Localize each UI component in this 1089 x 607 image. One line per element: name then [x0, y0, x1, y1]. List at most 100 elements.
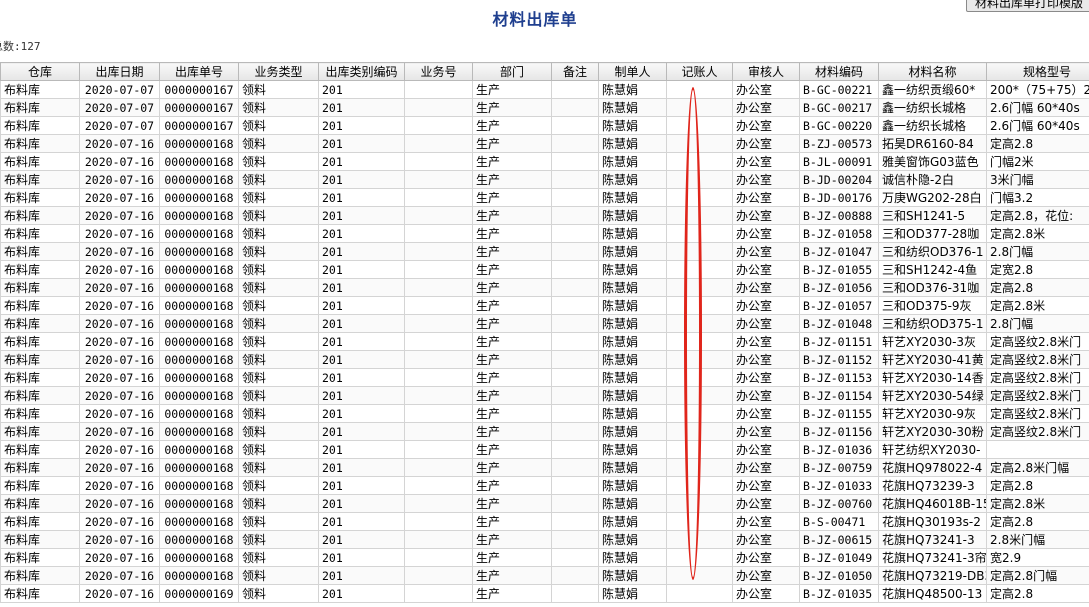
cell-date[interactable]: 2020-07-16: [79, 368, 160, 387]
cell-biz-no[interactable]: [404, 224, 473, 243]
table-row[interactable]: 布料库 2020-07-16 0000000168 领料 201 生产 陈慧娟 办公室 B-JZ…: [0, 440, 1089, 459]
cell-remark[interactable]: [551, 566, 599, 585]
cell-bookkeeper[interactable]: [666, 152, 733, 171]
cell-auditor[interactable]: 办公室: [732, 116, 800, 135]
cell-dept[interactable]: 生产: [472, 242, 552, 261]
cell-material-name[interactable]: 雅美窗饰G03蓝色: [878, 152, 987, 171]
cell-warehouse[interactable]: 布料库: [0, 116, 80, 135]
cell-maker[interactable]: 陈慧娟: [598, 80, 667, 99]
cell-date[interactable]: 2020-07-16: [79, 386, 160, 405]
column-header-dept[interactable]: 部门: [472, 62, 552, 81]
cell-dept[interactable]: 生产: [472, 188, 552, 207]
cell-biz-type[interactable]: 领料: [238, 134, 319, 153]
cell-dept[interactable]: 生产: [472, 512, 552, 531]
cell-warehouse[interactable]: 布料库: [0, 386, 80, 405]
cell-material-code[interactable]: B-JZ-01035: [799, 584, 879, 603]
cell-category-code[interactable]: 201: [318, 512, 405, 531]
cell-order-no[interactable]: 0000000168: [159, 296, 239, 315]
cell-category-code[interactable]: 201: [318, 404, 405, 423]
cell-dept[interactable]: 生产: [472, 386, 552, 405]
cell-material-name[interactable]: 诚信朴隐-2白: [878, 170, 987, 189]
cell-warehouse[interactable]: 布料库: [0, 458, 80, 477]
cell-bookkeeper[interactable]: [666, 188, 733, 207]
cell-material-name[interactable]: 轩艺XY2030-30粉: [878, 422, 987, 441]
cell-bookkeeper[interactable]: [666, 404, 733, 423]
cell-warehouse[interactable]: 布料库: [0, 404, 80, 423]
cell-category-code[interactable]: 201: [318, 224, 405, 243]
cell-material-name[interactable]: 万庚WG202-28白: [878, 188, 987, 207]
cell-date[interactable]: 2020-07-16: [79, 422, 160, 441]
table-row[interactable]: 布料库 2020-07-16 0000000168 领料 201 生产 陈慧娟 办公室 B-JZ…: [0, 422, 1089, 441]
cell-bookkeeper[interactable]: [666, 314, 733, 333]
cell-material-code[interactable]: B-GC-00221: [799, 80, 879, 99]
cell-warehouse[interactable]: 布料库: [0, 314, 80, 333]
column-header-spec[interactable]: 规格型号: [986, 62, 1089, 81]
column-header-date[interactable]: 出库日期: [79, 62, 160, 81]
cell-remark[interactable]: [551, 476, 599, 495]
cell-maker[interactable]: 陈慧娟: [598, 404, 667, 423]
table-row[interactable]: 布料库 2020-07-07 0000000167 领料 201 生产 陈慧娟 办公室 B-GC…: [0, 98, 1089, 117]
cell-category-code[interactable]: 201: [318, 332, 405, 351]
cell-maker[interactable]: 陈慧娟: [598, 152, 667, 171]
cell-remark[interactable]: [551, 386, 599, 405]
cell-material-code[interactable]: B-JZ-01151: [799, 332, 879, 351]
cell-biz-no[interactable]: [404, 188, 473, 207]
cell-auditor[interactable]: 办公室: [732, 98, 800, 117]
cell-material-code[interactable]: B-JZ-01154: [799, 386, 879, 405]
cell-category-code[interactable]: 201: [318, 314, 405, 333]
cell-warehouse[interactable]: 布料库: [0, 440, 80, 459]
cell-material-name[interactable]: 三和纺织OD376-1: [878, 242, 987, 261]
cell-material-code[interactable]: B-JZ-01056: [799, 278, 879, 297]
column-header-material-name[interactable]: 材料名称: [878, 62, 987, 81]
cell-dept[interactable]: 生产: [472, 458, 552, 477]
cell-date[interactable]: 2020-07-16: [79, 494, 160, 513]
cell-warehouse[interactable]: 布料库: [0, 476, 80, 495]
cell-material-code[interactable]: B-JZ-01057: [799, 296, 879, 315]
table-row[interactable]: 布料库 2020-07-16 0000000168 领料 201 生产 陈慧娟 办公室 B-JZ…: [0, 458, 1089, 477]
cell-remark[interactable]: [551, 188, 599, 207]
cell-spec[interactable]: 定高2.8: [986, 476, 1089, 495]
table-row[interactable]: 布料库 2020-07-16 0000000168 领料 201 生产 陈慧娟 办公室 B-ZJ…: [0, 134, 1089, 153]
cell-warehouse[interactable]: 布料库: [0, 80, 80, 99]
cell-material-name[interactable]: 轩艺XY2030-3灰: [878, 332, 987, 351]
cell-auditor[interactable]: 办公室: [732, 440, 800, 459]
cell-material-name[interactable]: 轩艺XY2030-54绿: [878, 386, 987, 405]
cell-biz-type[interactable]: 领料: [238, 494, 319, 513]
table-row[interactable]: 布料库 2020-07-16 0000000168 领料 201 生产 陈慧娟 办公室 B-JZ…: [0, 242, 1089, 261]
cell-date[interactable]: 2020-07-07: [79, 80, 160, 99]
cell-warehouse[interactable]: 布料库: [0, 170, 80, 189]
cell-order-no[interactable]: 0000000167: [159, 116, 239, 135]
cell-material-name[interactable]: 三和OD377-28咖: [878, 224, 987, 243]
table-row[interactable]: 布料库 2020-07-16 0000000168 领料 201 生产 陈慧娟 办公室 B-S-…: [0, 512, 1089, 531]
cell-bookkeeper[interactable]: [666, 368, 733, 387]
cell-remark[interactable]: [551, 368, 599, 387]
cell-bookkeeper[interactable]: [666, 260, 733, 279]
cell-spec[interactable]: 定高竖纹2.8米门: [986, 386, 1089, 405]
column-header-material-code[interactable]: 材料编码: [799, 62, 879, 81]
cell-maker[interactable]: 陈慧娟: [598, 494, 667, 513]
cell-material-name[interactable]: 三和SH1241-5: [878, 206, 987, 225]
table-row[interactable]: 布料库 2020-07-16 0000000168 领料 201 生产 陈慧娟 办公室 B-JZ…: [0, 296, 1089, 315]
cell-dept[interactable]: 生产: [472, 566, 552, 585]
cell-biz-no[interactable]: [404, 98, 473, 117]
cell-dept[interactable]: 生产: [472, 260, 552, 279]
cell-spec[interactable]: 定高2.8: [986, 512, 1089, 531]
cell-warehouse[interactable]: 布料库: [0, 260, 80, 279]
cell-spec[interactable]: 宽2.9: [986, 548, 1089, 567]
cell-remark[interactable]: [551, 332, 599, 351]
cell-warehouse[interactable]: 布料库: [0, 350, 80, 369]
cell-spec[interactable]: 定高竖纹2.8米门: [986, 350, 1089, 369]
cell-category-code[interactable]: 201: [318, 530, 405, 549]
cell-spec[interactable]: 定高竖纹2.8米门: [986, 404, 1089, 423]
cell-maker[interactable]: 陈慧娟: [598, 296, 667, 315]
cell-biz-no[interactable]: [404, 134, 473, 153]
cell-order-no[interactable]: 0000000168: [159, 566, 239, 585]
cell-biz-type[interactable]: 领料: [238, 386, 319, 405]
cell-order-no[interactable]: 0000000168: [159, 476, 239, 495]
cell-biz-no[interactable]: [404, 566, 473, 585]
cell-material-name[interactable]: 鑫一纺织长城格: [878, 116, 987, 135]
cell-spec[interactable]: 门幅3.2: [986, 188, 1089, 207]
cell-dept[interactable]: 生产: [472, 494, 552, 513]
table-row[interactable]: 布料库 2020-07-16 0000000168 领料 201 生产 陈慧娟 办公室 B-JD…: [0, 170, 1089, 189]
cell-spec[interactable]: 定高2.8米: [986, 494, 1089, 513]
